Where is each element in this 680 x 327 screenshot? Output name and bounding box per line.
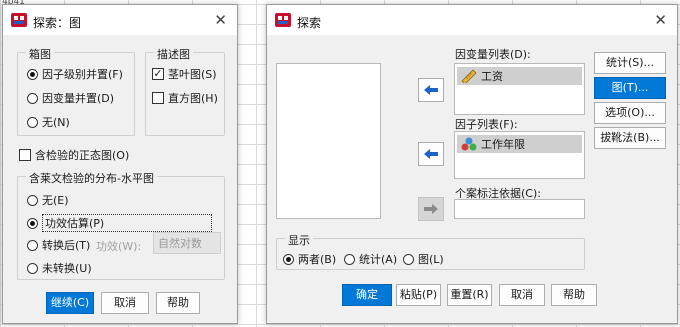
factor-list[interactable]: 工作年限: [454, 131, 585, 179]
radio-circle[interactable]: [344, 253, 355, 265]
radio-circle[interactable]: [27, 262, 38, 274]
checkbox-label: 直方图(H): [168, 92, 218, 105]
explore-dialog-title: 探索: [297, 16, 322, 30]
cancel-button[interactable]: 取消: [101, 292, 149, 314]
dependent-list[interactable]: 工资: [454, 63, 585, 115]
boxplot-dependents-together-radio[interactable]: 因变量并置(D): [27, 90, 114, 106]
power-label: 功效(W):: [96, 240, 142, 253]
checkbox-label: 含检验的正态图(O): [35, 149, 130, 162]
untransformed-radio[interactable]: 未转换(U): [27, 260, 92, 276]
plots-dialog-title: 探索：图: [33, 16, 82, 30]
boxplot-factor-together-radio[interactable]: 因子级别并置(F): [27, 66, 123, 82]
radio-label: 无(N): [42, 116, 70, 129]
radio-label: 功效估算(P): [42, 214, 212, 232]
list-item[interactable]: 工作年限: [457, 135, 582, 153]
checkbox-label: 茎叶图(S): [168, 68, 217, 81]
factor-list-label: 因子列表(F):: [455, 118, 518, 131]
plots-dialog-body: 箱图 因子级别并置(F) 因变量并置(D) 无(N) 描述图 ✓ 茎叶图(S): [3, 35, 237, 323]
radio-circle[interactable]: [283, 253, 294, 265]
histogram-checkbox[interactable]: 直方图(H): [152, 90, 218, 106]
radio-circle[interactable]: [27, 68, 38, 80]
radio-label: 未转换(U): [42, 262, 92, 275]
spss-app-icon: [11, 13, 27, 27]
display-group-label: 显示: [285, 232, 313, 248]
radio-label: 图(L): [418, 253, 444, 266]
nominal-measure-icon: [461, 137, 477, 151]
spss-app-icon: [275, 13, 291, 27]
display-statistics-radio[interactable]: 统计(A): [344, 251, 397, 267]
close-icon[interactable]: ✕: [654, 11, 667, 29]
boxplot-none-radio[interactable]: 无(N): [27, 114, 70, 130]
explore-dialog-body: 因变量列表(D): 工资 因子列表(F): 工作年限 个案标注依据(C): 统计…: [267, 35, 677, 323]
radio-circle[interactable]: [27, 217, 38, 229]
transformed-radio[interactable]: 转换后(T): [27, 237, 90, 253]
radio-circle[interactable]: [27, 194, 38, 206]
radio-circle[interactable]: [403, 253, 414, 265]
stem-leaf-checkbox[interactable]: ✓ 茎叶图(S): [152, 66, 217, 82]
statistics-button[interactable]: 统计(S)...: [594, 52, 666, 74]
display-plots-radio[interactable]: 图(L): [403, 251, 444, 267]
radio-label: 转换后(T): [42, 239, 91, 252]
checkbox-box[interactable]: [19, 149, 31, 161]
help-button[interactable]: 帮助: [551, 284, 597, 306]
radio-circle[interactable]: [27, 116, 38, 128]
plots-dialog-titlebar[interactable]: 探索：图 ✕: [3, 5, 237, 35]
arrow-right-icon: [424, 204, 438, 214]
plots-dialog: 探索：图 ✕ 箱图 因子级别并置(F) 因变量并置(D) 无(N) 描述图 ✓: [2, 4, 238, 324]
dependent-list-label: 因变量列表(D):: [455, 48, 531, 61]
display-both-radio[interactable]: 两者(B): [283, 251, 336, 267]
arrow-left-icon: [424, 85, 438, 95]
spread-level-group: 含莱文检验的分布-水平图 无(E) 功效估算(P) 转换后(T) 功效(W): …: [17, 170, 225, 280]
radio-label: 统计(A): [359, 253, 398, 266]
normality-plots-checkbox[interactable]: 含检验的正态图(O): [19, 147, 129, 163]
list-item[interactable]: 工资: [457, 67, 582, 85]
paste-button[interactable]: 粘贴(P): [396, 284, 441, 306]
explore-dialog-titlebar[interactable]: 探索 ✕: [267, 5, 677, 35]
descriptive-group: 描述图 ✓ 茎叶图(S) 直方图(H): [145, 46, 225, 136]
source-variable-list[interactable]: [276, 63, 381, 219]
ok-button[interactable]: 确定: [342, 284, 392, 306]
radio-label: 因子级别并置(F): [42, 68, 123, 81]
options-button[interactable]: 选项(O)...: [594, 102, 666, 124]
boxplot-group-label: 箱图: [26, 46, 54, 62]
descriptive-group-label: 描述图: [154, 46, 193, 62]
case-label-field[interactable]: [454, 199, 585, 219]
spread-level-group-label: 含莱文检验的分布-水平图: [26, 170, 157, 186]
move-to-factor-button[interactable]: [418, 142, 444, 166]
scale-measure-icon: [461, 69, 477, 83]
explore-dialog: 探索 ✕ 因变量列表(D): 工资 因子列表(F): 工作年限 个案标注依据(C…: [266, 4, 678, 324]
plots-button[interactable]: 图(T)...: [594, 77, 666, 99]
display-group: 显示 两者(B) 统计(A) 图(L): [276, 232, 585, 270]
boxplot-group: 箱图 因子级别并置(F) 因变量并置(D) 无(N): [17, 46, 135, 136]
radio-label: 无(E): [42, 194, 69, 207]
move-to-dependent-button[interactable]: [418, 78, 444, 102]
spread-none-radio[interactable]: 无(E): [27, 192, 69, 208]
radio-label: 因变量并置(D): [42, 92, 115, 105]
continue-button[interactable]: 继续(C): [46, 292, 94, 314]
reset-button[interactable]: 重置(R): [447, 284, 492, 306]
close-icon[interactable]: ✕: [214, 11, 227, 29]
help-button[interactable]: 帮助: [156, 292, 200, 314]
list-item-label: 工资: [481, 70, 503, 83]
cancel-button[interactable]: 取消: [499, 284, 545, 306]
list-item-label: 工作年限: [481, 138, 525, 151]
radio-label: 两者(B): [298, 253, 337, 266]
radio-circle[interactable]: [27, 92, 38, 104]
radio-circle[interactable]: [27, 239, 38, 251]
bootstrap-button[interactable]: 拔靴法(B)...: [594, 127, 666, 149]
power-select[interactable]: 自然对数: [153, 232, 221, 254]
power-estimation-radio[interactable]: 功效估算(P): [27, 214, 212, 232]
checkbox-box[interactable]: [152, 92, 164, 104]
arrow-left-icon: [424, 149, 438, 159]
checkbox-box[interactable]: ✓: [152, 68, 164, 80]
move-to-case-label-button[interactable]: [418, 197, 444, 221]
